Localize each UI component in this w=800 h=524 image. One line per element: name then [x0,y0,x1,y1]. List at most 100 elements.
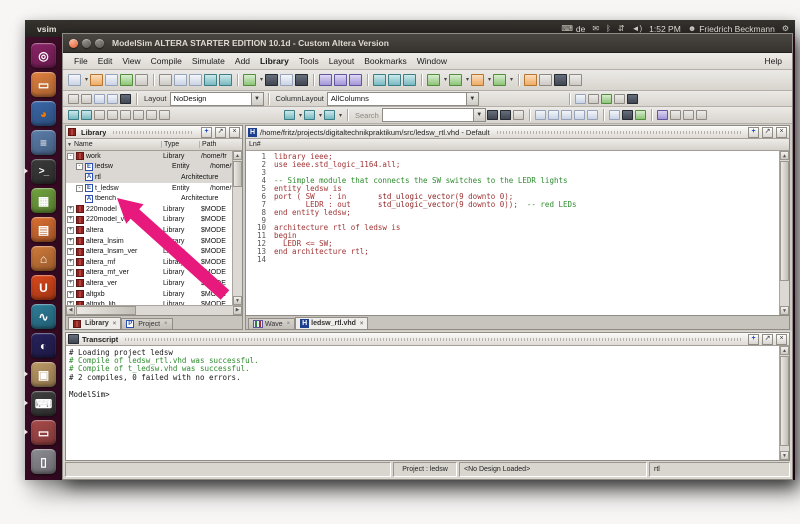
print-icon[interactable] [135,74,148,86]
gtkwave-icon[interactable]: ∿ [31,304,56,329]
transcript-undock-button[interactable]: ↗ [762,334,773,345]
editor-tab-wave[interactable]: Wave× [248,318,295,329]
expand-icon[interactable]: + [67,227,74,234]
panel-grip[interactable] [125,338,741,341]
zoom-full-icon[interactable] [561,110,572,120]
column-layout-select-arrow[interactable]: ▼ [466,93,478,105]
dock-icon-3[interactable] [94,94,105,104]
dock-icon-2[interactable] [81,94,92,104]
zoom-in-icon[interactable] [535,110,546,120]
library-row-altera_mf[interactable]: +altera_mfLibrary$MODE [66,257,232,268]
editor-close-button[interactable]: × [776,127,787,138]
restart-icon[interactable] [319,74,332,86]
scroll-thumb[interactable] [780,161,789,281]
code-line-7[interactable]: 7 LEDR : out std_ulogic_vector(9 downto … [246,200,779,208]
editor-add-button[interactable]: + [748,127,759,138]
library-row-tbench[interactable]: AtbenchArchitecture [66,193,232,204]
transcript-panel-header[interactable]: Transcript + ↗ × [66,333,789,346]
break-icon[interactable] [471,74,484,86]
find-icon[interactable] [265,74,278,86]
edit-mode-icon[interactable] [601,94,612,104]
tab-close-icon[interactable]: × [287,321,291,327]
layout-select[interactable]: NoDesign ▼ [170,92,264,106]
zoom-range-icon[interactable] [587,110,598,120]
run-next-icon[interactable] [349,74,362,86]
step-out-icon[interactable] [403,74,416,86]
tab-close-icon[interactable]: × [360,321,364,327]
simulate-icon[interactable] [243,74,256,86]
code-line-1[interactable]: 1library ieee; [246,152,779,160]
code-line-6[interactable]: 6port ( SW : in std_ulogic_vector(9 down… [246,192,779,200]
expand-all-icon[interactable] [284,110,295,120]
indent-icon[interactable] [120,110,131,120]
window-close-button[interactable] [69,39,78,48]
scroll-up-icon[interactable]: ▲ [780,346,789,355]
library-panel-close-button[interactable]: × [229,127,240,138]
search-prev-icon[interactable] [500,110,511,120]
library-row-altera_mf_ver[interactable]: +altera_mf_verLibrary$MODE [66,268,232,279]
scroll-down-icon[interactable]: ▼ [233,296,242,305]
expand-icon[interactable]: + [67,238,74,245]
collapse-icon[interactable]: - [76,163,83,170]
mail-icon[interactable]: ✉ [592,24,599,33]
library-row-altgxb[interactable]: +altgxbLibrary$MODE [66,289,232,300]
library-row-altera_lnsim_ver[interactable]: +altera_lnsim_verLibrary$MODE [66,246,232,257]
zoom-mode-icon[interactable] [588,94,599,104]
column-green-icon[interactable] [635,110,646,120]
transcript-prompt[interactable]: ModelSim> [69,390,779,399]
expand-icon[interactable]: + [67,291,74,298]
menu-tools[interactable]: Tools [294,56,324,66]
library-panel-header[interactable]: Library + ↗ × [66,126,242,139]
libreoffice-impress-icon[interactable]: ▤ [31,217,56,242]
bookmark-delete-icon[interactable] [81,110,92,120]
user-menu[interactable]: ☻ Friedrich Beckmann [688,24,775,34]
step-into-icon[interactable] [373,74,386,86]
library-row-rtl[interactable]: ArtlArchitecture [66,172,232,183]
menu-layout[interactable]: Layout [324,56,360,66]
paste-icon[interactable] [189,74,202,86]
session-gear-icon[interactable]: ⚙ [782,24,789,33]
zoom-cursor-icon[interactable] [574,110,585,120]
code-line-3[interactable]: 3 [246,168,779,176]
edge-left-icon[interactable] [683,110,694,120]
library-column-header[interactable]: ▼Name Type Path [66,139,242,151]
column-layout-select[interactable]: AllColumns ▼ [327,92,479,106]
libreoffice-writer-icon[interactable]: ≡ [31,130,56,155]
scroll-down-icon[interactable]: ▼ [780,451,789,460]
collapse-all-icon[interactable] [304,110,315,120]
window-maximize-button[interactable] [95,39,104,48]
libreoffice-calc-icon[interactable]: ▦ [31,188,56,213]
code-line-12[interactable]: 12 LEDR <= SW; [246,239,779,247]
pan-mode-icon[interactable] [614,94,625,104]
code-line-11[interactable]: 11begin [246,231,779,239]
library-row-220model[interactable]: +220modelLibrary$MODE [66,204,232,215]
layout-select-arrow[interactable]: ▼ [251,93,263,105]
code-area[interactable]: 1library ieee;2use ieee.std_logic_1164.a… [246,151,779,315]
sidebar-tab-project[interactable]: PProject× [121,318,172,329]
uncomment-icon[interactable] [159,110,170,120]
tab-close-icon[interactable]: × [113,321,117,327]
expand-icon[interactable]: + [67,216,74,223]
memory-icon[interactable] [539,74,552,86]
firefox-icon[interactable]: ◕ [31,101,56,126]
library-row-220model_ver[interactable]: +220model_verLibrary$MODE [66,215,232,226]
code-line-8[interactable]: 8end entity ledsw; [246,208,779,216]
editor-vscrollbar[interactable]: ▲ ▼ [779,151,789,315]
menu-view[interactable]: View [117,56,145,66]
run-continue-icon[interactable] [334,74,347,86]
transcript-log[interactable]: # Loading project ledsw# Compile of leds… [66,346,779,460]
expand-mode-icon[interactable] [627,94,638,104]
transcript-vscrollbar[interactable]: ▲ ▼ [779,346,789,460]
bookmark-add-icon[interactable] [68,110,79,120]
goto-prev-icon[interactable] [94,110,105,120]
code-line-4[interactable]: 4-- Simple module that connects the SW s… [246,176,779,184]
run-length-icon[interactable] [493,74,506,86]
scroll-down-icon[interactable]: ▼ [780,306,789,315]
expand-icon[interactable]: + [67,248,74,255]
profile-icon[interactable] [524,74,537,86]
transcript-close-button[interactable]: × [776,334,787,345]
library-row-ledsw[interactable]: -EledswEntity/home/fr [66,162,232,173]
editor-undock-button[interactable]: ↗ [762,127,773,138]
expand-selected-icon[interactable] [324,110,335,120]
copy-icon[interactable] [174,74,187,86]
